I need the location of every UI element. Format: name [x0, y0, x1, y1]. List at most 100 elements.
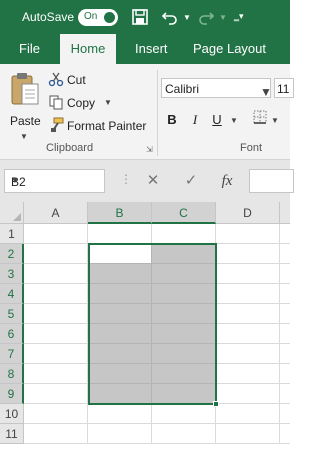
select-all-button[interactable] — [0, 202, 24, 224]
cell-e2[interactable] — [280, 244, 290, 264]
cell-b9[interactable] — [88, 384, 152, 404]
cell-c10[interactable] — [152, 404, 216, 424]
cell-b11[interactable] — [88, 424, 152, 444]
cell-e9[interactable] — [280, 384, 290, 404]
cell-b1[interactable] — [88, 224, 152, 244]
cell-c2[interactable] — [152, 244, 216, 264]
row-header-4[interactable]: 4 — [0, 284, 24, 304]
cell-b6[interactable] — [88, 324, 152, 344]
italic-button[interactable]: I — [186, 110, 204, 130]
cell-e10[interactable] — [280, 404, 290, 424]
cell-b2[interactable] — [88, 244, 152, 264]
borders-button[interactable] — [251, 110, 269, 130]
cell-e1[interactable] — [280, 224, 290, 244]
cell-a5[interactable] — [24, 304, 88, 324]
cell-d7[interactable] — [216, 344, 280, 364]
cell-d8[interactable] — [216, 364, 280, 384]
cell-a3[interactable] — [24, 264, 88, 284]
row-header-5[interactable]: 5 — [0, 304, 24, 324]
tab-home[interactable]: Home — [60, 34, 116, 64]
undo-icon[interactable] — [160, 7, 180, 27]
format-painter-button[interactable]: Format Painter — [46, 116, 151, 136]
cell-c7[interactable] — [152, 344, 216, 364]
cell-e3[interactable] — [280, 264, 290, 284]
cell-e5[interactable] — [280, 304, 290, 324]
cell-c9[interactable] — [152, 384, 216, 404]
cell-d9[interactable] — [216, 384, 280, 404]
cell-d5[interactable] — [216, 304, 280, 324]
cell-b5[interactable] — [88, 304, 152, 324]
cell-d3[interactable] — [216, 264, 280, 284]
cancel-icon[interactable]: ✕ — [141, 170, 165, 192]
autosave-toggle[interactable]: On — [78, 9, 118, 26]
cell-c11[interactable] — [152, 424, 216, 444]
name-box-dropdown-icon[interactable]: ▼ — [11, 176, 99, 185]
cell-c8[interactable] — [152, 364, 216, 384]
enter-icon[interactable]: ✓ — [179, 170, 203, 192]
save-icon[interactable] — [130, 7, 150, 27]
paste-dropdown-icon[interactable]: ▼ — [20, 132, 28, 141]
cell-a4[interactable] — [24, 284, 88, 304]
cell-a6[interactable] — [24, 324, 88, 344]
cell-d4[interactable] — [216, 284, 280, 304]
column-header-e[interactable] — [280, 202, 290, 224]
cell-e8[interactable] — [280, 364, 290, 384]
paste-button[interactable]: Paste ▼ — [6, 70, 42, 141]
cell-a10[interactable] — [24, 404, 88, 424]
cell-e6[interactable] — [280, 324, 290, 344]
name-box[interactable]: B2 ▼ — [4, 169, 105, 193]
insert-function-button[interactable]: fx — [215, 170, 239, 192]
row-header-7[interactable]: 7 — [0, 344, 24, 364]
undo-dropdown-icon[interactable]: ▼ — [183, 13, 191, 22]
tab-insert[interactable]: Insert — [131, 34, 172, 64]
customize-toolbar-icon[interactable]: ‗▾ — [234, 11, 244, 22]
cell-c4[interactable] — [152, 284, 216, 304]
cell-a2[interactable] — [24, 244, 88, 264]
column-header-a[interactable]: A — [24, 202, 88, 224]
row-header-1[interactable]: 1 — [0, 224, 24, 244]
column-header-d[interactable]: D — [216, 202, 280, 224]
cell-a8[interactable] — [24, 364, 88, 384]
tab-page-layout[interactable]: Page Layout — [189, 34, 270, 64]
cell-d11[interactable] — [216, 424, 280, 444]
cell-e4[interactable] — [280, 284, 290, 304]
cell-d6[interactable] — [216, 324, 280, 344]
cut-button[interactable]: Cut — [46, 70, 96, 90]
column-header-b[interactable]: B — [88, 202, 152, 224]
cell-a1[interactable] — [24, 224, 88, 244]
cell-e7[interactable] — [280, 344, 290, 364]
redo-icon[interactable] — [196, 7, 216, 27]
font-name-select[interactable]: Calibri ▼ — [161, 78, 272, 99]
redo-dropdown-icon[interactable]: ▼ — [219, 13, 227, 22]
cell-c1[interactable] — [152, 224, 216, 244]
formula-input[interactable] — [249, 169, 294, 193]
bold-button[interactable]: B — [163, 110, 181, 130]
tab-file[interactable]: File — [15, 34, 44, 64]
cell-c5[interactable] — [152, 304, 216, 324]
cell-b8[interactable] — [88, 364, 152, 384]
clipboard-launcher-icon[interactable]: ⇲ — [146, 145, 153, 154]
row-header-6[interactable]: 6 — [0, 324, 24, 344]
cell-a11[interactable] — [24, 424, 88, 444]
font-size-select[interactable]: 11 — [274, 78, 294, 98]
cell-b4[interactable] — [88, 284, 152, 304]
row-header-10[interactable]: 10 — [0, 404, 24, 424]
row-header-9[interactable]: 9 — [0, 384, 24, 404]
cell-d1[interactable] — [216, 224, 280, 244]
row-header-8[interactable]: 8 — [0, 364, 24, 384]
underline-button[interactable]: U — [208, 110, 226, 130]
borders-dropdown-icon[interactable]: ▼ — [271, 116, 279, 125]
cell-c6[interactable] — [152, 324, 216, 344]
row-header-2[interactable]: 2 — [0, 244, 24, 264]
cell-c3[interactable] — [152, 264, 216, 284]
row-header-11[interactable]: 11 — [0, 424, 24, 444]
cell-b7[interactable] — [88, 344, 152, 364]
row-header-3[interactable]: 3 — [0, 264, 24, 284]
fill-handle[interactable] — [213, 401, 219, 407]
cell-b10[interactable] — [88, 404, 152, 424]
cell-b3[interactable] — [88, 264, 152, 284]
underline-dropdown-icon[interactable]: ▼ — [230, 116, 238, 125]
cell-e11[interactable] — [280, 424, 290, 444]
copy-dropdown-icon[interactable]: ▼ — [104, 98, 112, 107]
cell-a9[interactable] — [24, 384, 88, 404]
